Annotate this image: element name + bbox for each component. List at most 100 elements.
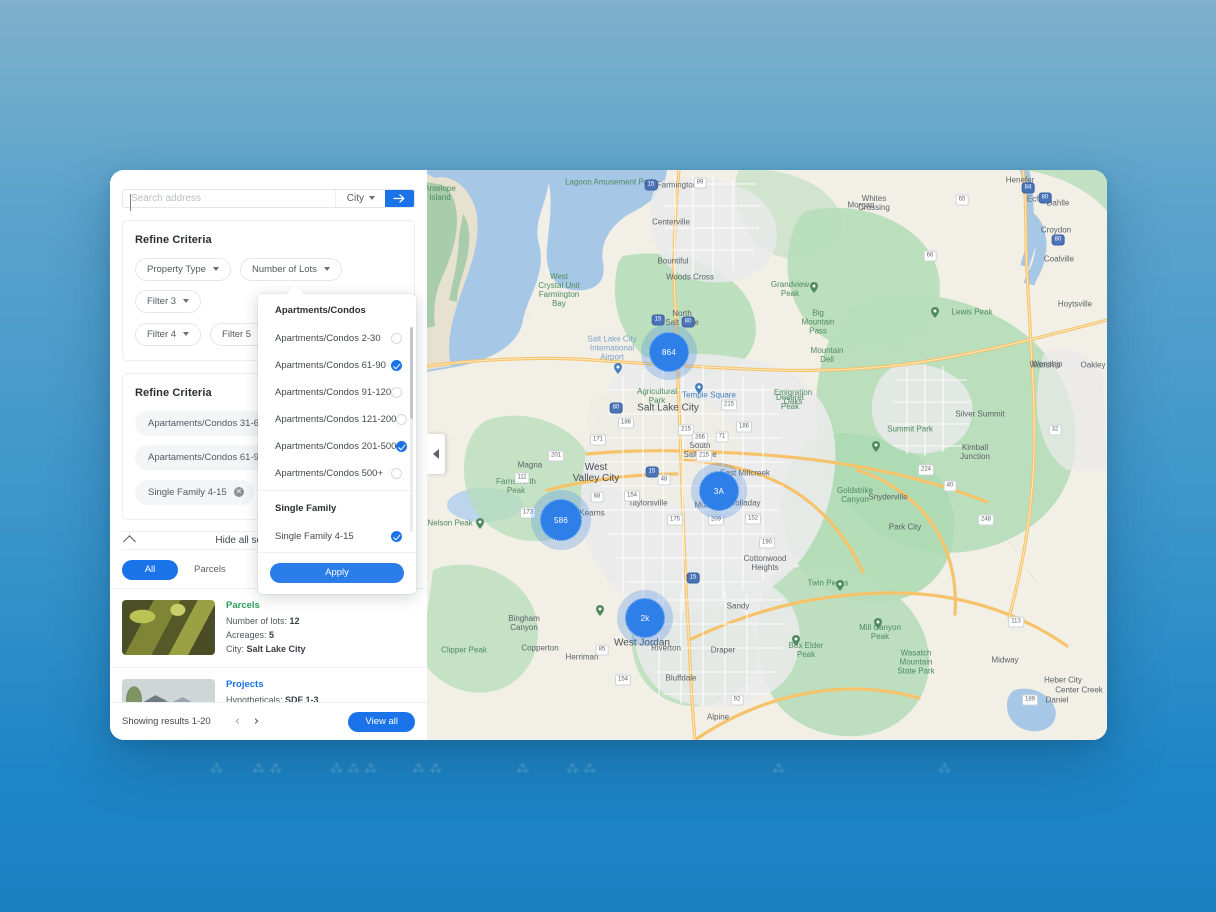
search-scope-label: City <box>346 192 364 204</box>
result-line-value: 12 <box>289 615 300 626</box>
dropdown-option-label: Apartments/Condos 201-500 <box>275 440 397 452</box>
radio-checked-icon[interactable] <box>391 530 402 542</box>
results-footer: Showing results 1-20 ‹ › View all <box>110 702 427 740</box>
result-line-label: Number of lots: <box>226 615 288 626</box>
map-canvas <box>427 170 1107 740</box>
search-input[interactable] <box>123 190 335 207</box>
apply-button[interactable]: Apply <box>270 562 404 583</box>
refine-criteria-title: Refine Criteria <box>135 233 212 246</box>
filter-property-type[interactable]: Property Type <box>135 257 231 281</box>
chevron-down-icon <box>212 267 219 272</box>
dropdown-option-label: Apartments/Condos 121-200 <box>275 413 397 425</box>
radio-unchecked-icon[interactable] <box>391 467 402 479</box>
text-cursor <box>130 194 131 211</box>
plant-silhouette: ⁂ <box>210 762 223 777</box>
filter-label: Property Type <box>147 263 206 275</box>
filter-number-of-lots[interactable]: Number of Lots <box>239 257 342 281</box>
radio-unchecked-icon[interactable] <box>396 413 408 425</box>
dropdown-group-apartments: Apartments/Condos Apartments/Condos 2-30… <box>258 305 416 484</box>
results-list[interactable]: Parcels Number of lots: 12 Acreages: 5 C… <box>110 587 427 702</box>
list-item[interactable]: Projects Hypotheticals: SDF 1-3 Acreages… <box>110 666 427 702</box>
showing-results-label: Showing results 1-20 <box>122 716 211 727</box>
radio-checked-icon[interactable] <box>396 440 408 452</box>
map-area[interactable]: Salt Lake City West Valley City West Jordan… <box>427 170 1107 740</box>
map-cluster-marker[interactable]: 2k <box>617 590 673 646</box>
result-line-value: Salt Lake City <box>246 643 306 654</box>
chip-label: Single Family 4-15 <box>148 486 227 498</box>
search-submit-button[interactable] <box>385 190 414 207</box>
close-icon[interactable]: ✕ <box>233 487 244 498</box>
result-type-label: Parcels <box>226 599 260 611</box>
plant-silhouette: ⁂ ⁂ ⁂ <box>330 762 378 777</box>
result-type-label: Projects <box>226 678 264 690</box>
dropdown-scrollbar-thumb[interactable] <box>410 327 413 419</box>
plant-silhouette: ⁂ <box>516 762 529 777</box>
dropdown-option-label: Apartments/Condos 91-120 <box>275 386 392 398</box>
dropdown-option[interactable]: Apartments/Condos 500+ <box>258 462 416 484</box>
filter-label: Number of Lots <box>251 263 317 275</box>
dropdown-option[interactable]: Single Family 4-15 <box>258 525 416 547</box>
dropdown-option[interactable]: Apartments/Condos 201-500 <box>258 435 416 457</box>
map-cluster-marker[interactable]: 3A <box>691 463 747 519</box>
parcel-aerial-thumbnail <box>122 599 215 655</box>
map-cluster-marker[interactable]: 864 <box>641 324 697 380</box>
triangle-left-icon <box>433 449 439 459</box>
result-line: Number of lots: 12 <box>226 614 415 628</box>
radio-unchecked-icon[interactable] <box>391 332 402 344</box>
result-line-label: Acreages: <box>226 629 267 640</box>
map-cluster-count: 586 <box>540 499 582 541</box>
criteria-dropdown-panel: Apartments/Condos Apartments/Condos 2-30… <box>258 294 416 594</box>
dropdown-option-label: Apartments/Condos 2-30 <box>275 332 381 344</box>
map-cluster-count: 3A <box>699 471 739 511</box>
result-line-label: Hypotheticals: <box>226 694 283 702</box>
chevron-down-icon <box>183 332 190 337</box>
chevron-left-icon[interactable]: ‹ <box>235 715 240 728</box>
result-meta: Parcels Number of lots: 12 Acreages: 5 C… <box>226 600 415 656</box>
result-line: Hypotheticals: SDF 1-3 <box>226 693 415 702</box>
map-cluster-marker[interactable]: 586 <box>531 490 591 550</box>
dropdown-option[interactable]: Apartments/Condos 121-200 <box>258 408 416 430</box>
dropdown-scroll-area[interactable]: Apartments/Condos Apartments/Condos 2-30… <box>258 305 416 552</box>
dropdown-group-title: Single Family <box>275 503 337 514</box>
dropdown-option[interactable]: Apartments/Condos 61-90 <box>258 354 416 376</box>
dropdown-option[interactable]: Apartments/Condos 91-120 <box>258 381 416 403</box>
filter-3[interactable]: Filter 3 <box>135 289 202 313</box>
list-item[interactable]: Parcels Number of lots: 12 Acreages: 5 C… <box>110 587 427 667</box>
map-cluster-count: 2k <box>625 598 665 638</box>
radio-checked-icon[interactable] <box>391 359 402 371</box>
plant-silhouette: ⁂ ⁂ <box>566 762 597 777</box>
dropdown-option-label: Apartments/Condos 61-90 <box>275 359 386 371</box>
result-line: City: Salt Lake City <box>226 642 415 656</box>
filter-label: Filter 4 <box>147 328 177 340</box>
filter-4[interactable]: Filter 4 <box>135 322 202 346</box>
dropdown-option-label: Single Family 4-15 <box>275 530 354 542</box>
left-panel: City Refine Criteria Property Type Numbe… <box>110 170 427 740</box>
view-all-button[interactable]: View all <box>348 711 415 732</box>
chevron-down-icon <box>183 299 190 304</box>
result-line: Acreages: 5 <box>226 628 415 642</box>
decorative-plants-strip: ⁂ ⁂ ⁂ ⁂ ⁂ ⁂ ⁂ ⁂ ⁂ ⁂ ⁂ ⁂ ⁂ <box>0 736 1216 776</box>
selected-chip[interactable]: Single Family 4-15 ✕ <box>135 479 254 505</box>
arrow-right-icon <box>393 194 405 203</box>
tab-all[interactable]: All <box>122 559 178 580</box>
dropdown-footer: Apply <box>258 552 416 594</box>
result-line-label: City: <box>226 643 244 654</box>
search-bar: City <box>122 189 415 208</box>
house-photo-thumbnail <box>122 678 215 702</box>
plant-silhouette: ⁂ ⁂ <box>252 762 283 777</box>
filter-label: Filter 3 <box>147 295 177 307</box>
radio-unchecked-icon[interactable] <box>391 386 403 398</box>
tab-parcels[interactable]: Parcels <box>178 560 242 580</box>
result-line-value: SDF 1-3 <box>285 694 319 702</box>
search-scope-select[interactable]: City <box>334 190 385 207</box>
chevron-down-icon <box>323 267 330 272</box>
map-collapse-handle[interactable] <box>427 434 445 474</box>
dropdown-group-title: Apartments/Condos <box>275 305 366 316</box>
chevron-right-icon[interactable]: › <box>254 715 259 728</box>
result-line-value: 5 <box>269 629 275 640</box>
chip-label: Apartaments/Condos 31-60 <box>148 417 265 429</box>
result-meta: Projects Hypotheticals: SDF 1-3 Acreages… <box>226 679 415 702</box>
plant-silhouette: ⁂ <box>938 762 951 777</box>
dropdown-option[interactable]: Apartments/Condos 2-30 <box>258 327 416 349</box>
dropdown-option-label: Apartments/Condos 500+ <box>275 467 383 479</box>
